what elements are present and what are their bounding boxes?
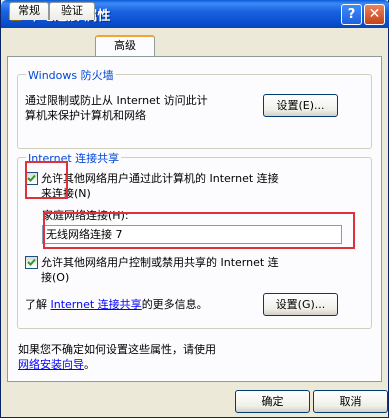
learn-more-prefix: 了解: [25, 298, 47, 311]
firewall-description-line2: 算机来保护计算机和网络: [25, 109, 146, 122]
allow-control-label-line2[interactable]: 接(O): [41, 270, 69, 285]
allow-control-label-line1[interactable]: 允许其他网络用户控制或禁用共享的 Internet 连: [41, 255, 279, 270]
help-button[interactable]: ?: [341, 4, 362, 25]
firewall-group: Windows 防火墙 通过限制或防止从 Internet 访问此计 算机来保护…: [17, 67, 372, 149]
firewall-settings-button[interactable]: 设置(E)...: [263, 94, 338, 117]
ics-help-link[interactable]: Internet 连接共享: [51, 298, 142, 311]
tab-general[interactable]: 常规: [9, 2, 49, 20]
footer-line2: 网络安装向导。: [18, 357, 95, 372]
firewall-description-line1: 通过限制或防止从 Internet 访问此计: [25, 94, 208, 107]
ics-group: Internet 连接共享 允许其他网络用户通过此计算机的 Internet 连…: [17, 150, 372, 329]
home-network-select[interactable]: 无线网络连接 7: [42, 225, 342, 244]
firewall-legend: Windows 防火墙: [26, 67, 116, 83]
learn-more-suffix: 的更多信息。: [141, 298, 208, 311]
properties-dialog: 本地连接 属性 ? ✕ 常规 验证 高级 Windows 防火墙 通过限制或防止…: [0, 0, 389, 418]
allow-connect-label-line1[interactable]: 允许其他网络用户通过此计算机的 Internet 连接: [41, 171, 279, 186]
footer-line1: 如果您不确定如何设置这些属性，请使用: [18, 343, 216, 356]
checkmark-icon: [27, 174, 36, 182]
ics-legend: Internet 连接共享: [26, 150, 122, 166]
checkmark-icon: [27, 258, 36, 266]
ics-settings-button[interactable]: 设置(G)...: [263, 293, 338, 316]
tab-panel-advanced: Windows 防火墙 通过限制或防止从 Internet 访问此计 算机来保护…: [7, 56, 382, 382]
allow-connect-label-line2[interactable]: 来连接(N): [41, 186, 91, 201]
allow-connect-checkbox[interactable]: [25, 172, 38, 185]
allow-control-checkbox[interactable]: [25, 256, 38, 269]
close-button[interactable]: ✕: [364, 4, 385, 25]
cancel-button[interactable]: 取消: [313, 390, 388, 413]
tab-advanced[interactable]: 高级: [95, 35, 155, 56]
home-network-label: 家庭网络连接(H):: [42, 209, 129, 222]
network-setup-wizard-link[interactable]: 网络安装向导: [18, 358, 84, 371]
learn-more-text: 了解 Internet 连接共享的更多信息。: [25, 297, 208, 312]
tab-authentication[interactable]: 验证: [49, 2, 95, 20]
footer-line2-suffix: 。: [84, 358, 95, 371]
ok-button[interactable]: 确定: [235, 390, 310, 413]
